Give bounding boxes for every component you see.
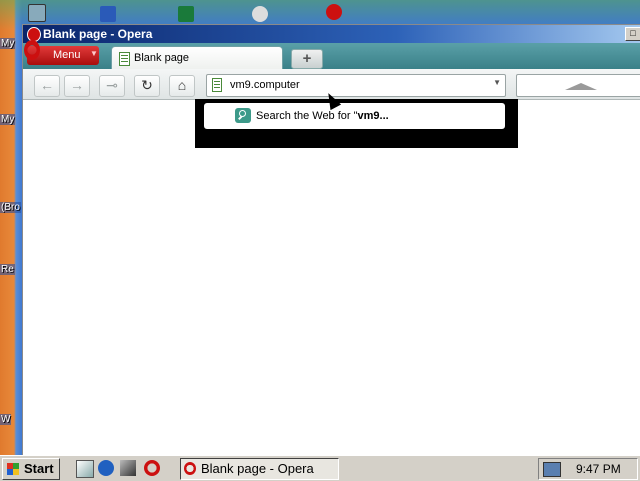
- quicklaunch-tools-icon[interactable]: [120, 460, 136, 476]
- opera-logo-icon: [24, 40, 40, 60]
- start-label: Start: [24, 461, 54, 476]
- address-suggestions: Search the Web for "vm9...: [195, 99, 518, 148]
- key-icon-button[interactable]: ⊸: [99, 75, 125, 97]
- window-title: Blank page - Opera: [43, 27, 153, 41]
- new-tab-button[interactable]: +: [291, 49, 323, 69]
- address-value[interactable]: vm9.computer: [230, 79, 300, 91]
- clock-app-icon[interactable]: [252, 6, 268, 22]
- page-icon: [119, 52, 130, 66]
- suggestion-search-web[interactable]: Search the Web for "vm9...: [204, 103, 505, 129]
- forward-button[interactable]: →: [64, 75, 90, 97]
- suggestion-term: vm9...: [357, 110, 389, 122]
- desktop-label-recycle-bin[interactable]: Re: [0, 264, 15, 275]
- home-button[interactable]: ⌂: [169, 75, 195, 97]
- back-button[interactable]: ←: [34, 75, 60, 97]
- clock[interactable]: 9:47 PM: [576, 462, 621, 476]
- menu-arrow-icon: ▼: [90, 49, 98, 58]
- desktop-label-w[interactable]: W: [0, 414, 12, 425]
- reload-button[interactable]: ↻: [134, 75, 160, 97]
- opera-icon: [184, 462, 196, 475]
- search-field[interactable]: [516, 74, 640, 97]
- computer-icon[interactable]: [28, 4, 46, 22]
- taskbar: Start Blank page - Opera 9:47 PM: [0, 455, 640, 481]
- tab-blank-page[interactable]: Blank page: [111, 46, 283, 70]
- taskbar-opera-window[interactable]: Blank page - Opera: [180, 458, 339, 480]
- system-tray: 9:47 PM: [538, 458, 638, 480]
- suggestion-text: Search the Web for "vm9...: [256, 110, 389, 122]
- tab-bar: Menu ▼ Blank page +: [23, 40, 640, 70]
- window-titlebar[interactable]: Blank page - Opera □: [23, 25, 640, 43]
- start-button[interactable]: Start: [2, 458, 60, 480]
- menu-label: Menu: [53, 49, 81, 61]
- suggestion-prefix: Search the Web for ": [256, 110, 358, 122]
- page-content[interactable]: [23, 100, 640, 455]
- excel-icon[interactable]: [178, 6, 194, 22]
- address-dropdown-icon[interactable]: ▼: [493, 78, 501, 87]
- mail-icon[interactable]: [100, 6, 116, 22]
- quicklaunch-pen-icon[interactable]: [76, 460, 94, 478]
- taskbar-window-label: Blank page - Opera: [201, 461, 314, 476]
- search-engine-icon: [565, 83, 597, 90]
- opera-menu-button[interactable]: Menu ▼: [24, 40, 99, 65]
- windows-flag-icon: [7, 463, 19, 475]
- search-icon: [235, 108, 251, 123]
- maximize-button[interactable]: □: [625, 27, 640, 41]
- address-field[interactable]: vm9.computer ▼: [206, 74, 506, 97]
- quicklaunch-opera-icon[interactable]: [144, 460, 160, 476]
- opera-desktop-icon[interactable]: [326, 4, 342, 20]
- opera-window: Blank page - Opera □ Menu ▼ Blank page +…: [22, 24, 640, 456]
- quicklaunch-ie-icon[interactable]: [98, 460, 114, 476]
- desktop-label-my-computer[interactable]: My: [0, 114, 16, 125]
- desktop-label-my-documents[interactable]: My: [0, 38, 16, 49]
- tab-label: Blank page: [134, 52, 190, 64]
- network-icon[interactable]: [543, 462, 561, 477]
- page-icon: [212, 78, 222, 92]
- desktop-label-browser[interactable]: (Bro: [0, 202, 21, 213]
